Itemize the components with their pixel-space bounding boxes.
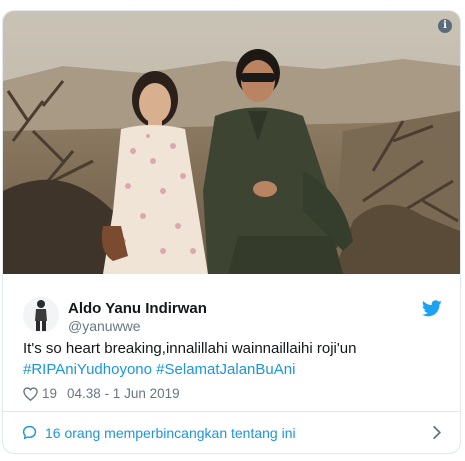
hashtag-link[interactable]: #RIPAniYudhoyono	[23, 361, 152, 378]
avatar-figure-icon	[23, 297, 59, 333]
hashtag-link[interactable]: #SelamatJalanBuAni	[156, 361, 295, 378]
timestamp[interactable]: 04.38 - 1 Jun 2019	[67, 386, 180, 401]
heart-icon[interactable]	[23, 386, 38, 401]
tweet-text: It's so heart breaking,innalillahi wainn…	[23, 338, 443, 380]
twitter-bird-icon[interactable]	[422, 300, 442, 317]
photo-illustration	[3, 11, 460, 274]
embedded-tweet-card: i Aldo Yanu Indirwan @yanuwwe It's so he…	[2, 10, 461, 454]
chevron-right-icon	[433, 425, 441, 440]
display-name[interactable]: Aldo Yanu Indirwan	[68, 300, 207, 317]
conversation-link[interactable]: 16 orang memperbincangkan tentang ini	[3, 412, 460, 453]
tweet-body: It's so heart breaking,innalillahi wainn…	[23, 340, 357, 357]
chat-bubble-icon	[22, 425, 37, 440]
tweet-meta: 19 04.38 - 1 Jun 2019	[23, 386, 180, 401]
conversation-link-label: 16 orang memperbincangkan tentang ini	[45, 425, 296, 441]
like-count[interactable]: 19	[42, 386, 57, 401]
avatar[interactable]	[23, 297, 59, 333]
info-icon[interactable]: i	[438, 19, 452, 33]
tweet-photo[interactable]	[3, 11, 460, 274]
tweet-header: Aldo Yanu Indirwan @yanuwwe	[3, 274, 460, 334]
user-handle[interactable]: @yanuwwe	[68, 318, 141, 334]
